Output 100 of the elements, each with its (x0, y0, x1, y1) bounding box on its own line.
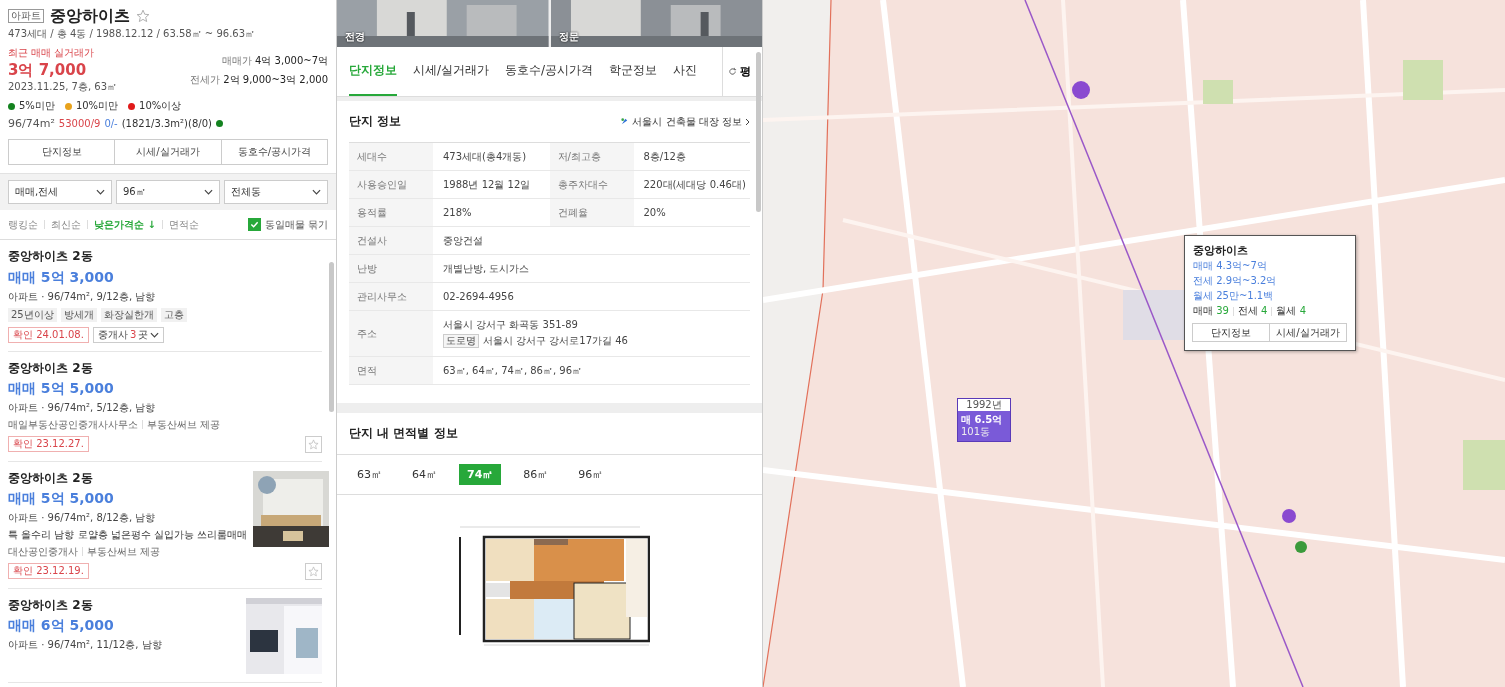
tab[interactable]: 시세/실거래가 (413, 47, 490, 96)
legend-label: 10%이상 (139, 100, 182, 113)
price-range-label: 매매가 (222, 54, 253, 67)
checkbox-label: 동일매물 묶기 (264, 218, 328, 231)
listing-price: 매매 6억 5,000 (8, 617, 115, 635)
listing-title[interactable]: 중앙하이츠 2동 (8, 249, 187, 264)
info-label: 사용승인일 (349, 171, 433, 198)
listing-spec: 아파트 · 96/74m², 9/12층, 남향 (8, 290, 157, 303)
complex-title: 중앙하이츠 (50, 6, 130, 26)
road-address: 서울시 강서구 강서로17가길 46 (483, 335, 628, 347)
legend-label: 10%미만 (75, 100, 119, 113)
unit-rent: 0/- (104, 117, 118, 130)
sort-option[interactable]: 랭킹순 (8, 218, 38, 231)
checkbox[interactable] (247, 218, 261, 232)
info-label: 건설사 (349, 227, 433, 254)
listing-title[interactable]: 중앙하이츠 2동 (8, 597, 162, 613)
star-icon[interactable] (136, 8, 150, 23)
sort-option[interactable]: 최신순 (51, 218, 81, 231)
info-value: 02-2694-4956 (442, 289, 515, 304)
photo-label: 전경 (345, 31, 365, 43)
listing-source: 매일부동산공인중개사사무소 (8, 418, 138, 431)
price-range-value: 4억 3,000~7억 (255, 54, 328, 67)
feature-tag: 화장실한개 (100, 307, 157, 322)
price-range-label: 전세가 (190, 73, 221, 86)
info-value: 1988년 12월 12일 (442, 177, 532, 192)
refresh-icon (728, 67, 737, 76)
listing-spec: 아파트 · 96/74m², 5/12층, 남향 (8, 401, 157, 414)
feature-tag: 25년이상 (8, 307, 57, 322)
complex-summary: 473세대 / 총 4동 / 1988.12.12 / 63.58㎡ ~ 96.63㎡ (8, 28, 257, 41)
scrollbar[interactable] (329, 262, 334, 412)
favorite-button[interactable] (305, 435, 322, 453)
listing-count: 전세 4 (1237, 305, 1268, 318)
info-label: 건폐율 (549, 199, 634, 226)
section-title: 단지 정보 (349, 114, 402, 129)
building-register-link[interactable]: 서울시 건축물 대장 정보 (620, 115, 750, 128)
section-title: 단지 내 면적별 정보 (349, 426, 458, 441)
filter-select[interactable]: 전체동 (224, 180, 328, 205)
info-value: 218% (442, 205, 473, 220)
popup-price: 전세 2.9억~3.2억 (1193, 275, 1278, 288)
price-marker[interactable]: 1992년 매 6.5억 101동 (957, 398, 1011, 442)
info-label: 용적률 (349, 199, 433, 226)
tab[interactable]: 사진 (673, 47, 698, 96)
info-value: 63㎡, 64㎡, 74㎡, 86㎡, 96㎡ (442, 363, 584, 378)
sort-option[interactable]: 면적순 (168, 218, 199, 231)
area-tab[interactable]: 64㎡ (404, 464, 445, 486)
listing-spec: 아파트 · 96/74m², 11/12층, 남향 (8, 639, 162, 652)
info-value: 220대(세대당 0.46대) (642, 177, 747, 192)
info-label: 저/최고층 (549, 143, 634, 170)
tab[interactable]: 동호수/공시가격 (505, 47, 594, 96)
info-value: 서울시 강서구 화곡동 351-89 (443, 319, 579, 331)
area-tab[interactable]: 86㎡ (515, 464, 557, 486)
info-value: 473세대(총4개동) (442, 149, 528, 164)
confirmed-date: 확인 24.01.08. (8, 326, 89, 343)
info-value: 개별난방, 도시가스 (442, 261, 531, 276)
popup-title: 중앙하이츠 (1193, 244, 1249, 258)
price-range-value: 2억 9,000~3억 2,000 (223, 73, 328, 86)
listing-count: 매매 39 (1193, 305, 1229, 318)
feature-tag: 고층 (160, 307, 187, 322)
unit-area: 96/74m² (8, 117, 55, 131)
check-icon (249, 220, 259, 230)
listing-spec: 아파트 · 96/74m², 8/12층, 남향 (8, 511, 157, 524)
road-name-tag: 도로명 (443, 334, 479, 348)
listing-source: 부동산써브 제공 (87, 545, 161, 558)
confirmed-date: 확인 23.12.19. (8, 563, 89, 580)
confirmed-date: 확인 23.12.27. (8, 436, 89, 453)
info-label: 총주차대수 (549, 171, 634, 198)
listing-price: 매매 5억 3,000 (8, 268, 115, 286)
listing-price: 매매 5억 5,000 (8, 379, 115, 397)
listing-title[interactable]: 중앙하이츠 2동 (8, 360, 221, 375)
legend-label: 5%미만 (19, 100, 55, 113)
filter-select[interactable]: 매매,전세 (8, 180, 112, 205)
info-label: 관리사무소 (349, 283, 433, 310)
recent-price-label: 최근 매매 실거래가 (8, 47, 96, 60)
filter-select[interactable]: 96㎡ (116, 180, 220, 205)
listing-source: 부동산써브 제공 (147, 418, 221, 431)
area-tab[interactable]: 96㎡ (570, 464, 612, 486)
scrollbar[interactable] (756, 52, 761, 212)
area-tab[interactable]: 63㎡ (349, 464, 390, 486)
info-value: 20% (642, 205, 667, 220)
popup-button[interactable]: 단지정보 (1192, 323, 1270, 343)
caret-icon (312, 189, 321, 196)
info-label: 세대수 (349, 143, 433, 170)
listing-title[interactable]: 중앙하이츠 2동 (8, 470, 248, 486)
favorite-button[interactable] (305, 562, 322, 580)
unit-price: 53000/9 (58, 117, 101, 130)
caret-icon (150, 331, 160, 338)
info-label: 주소 (349, 311, 433, 356)
unit-extra: (1821/3.3m²)(8/0) (121, 117, 212, 130)
listing-count: 월세 4 (1276, 305, 1307, 318)
caret-icon (96, 189, 105, 196)
pin-icon (620, 117, 630, 126)
feature-tag: 방세개 (60, 307, 97, 322)
property-type-tag: 아파트 (8, 8, 44, 23)
agents-button[interactable]: 중개사 3 곳 (92, 326, 165, 343)
recent-price-detail: 2023.11.25, 7층, 63㎡ (8, 81, 118, 94)
info-value: 중앙건설 (442, 233, 484, 248)
popup-button[interactable]: 시세/실거래가 (1269, 323, 1347, 343)
chevron-icon (745, 117, 750, 126)
caret-icon (204, 189, 213, 196)
tab[interactable]: 학군정보 (609, 47, 658, 96)
